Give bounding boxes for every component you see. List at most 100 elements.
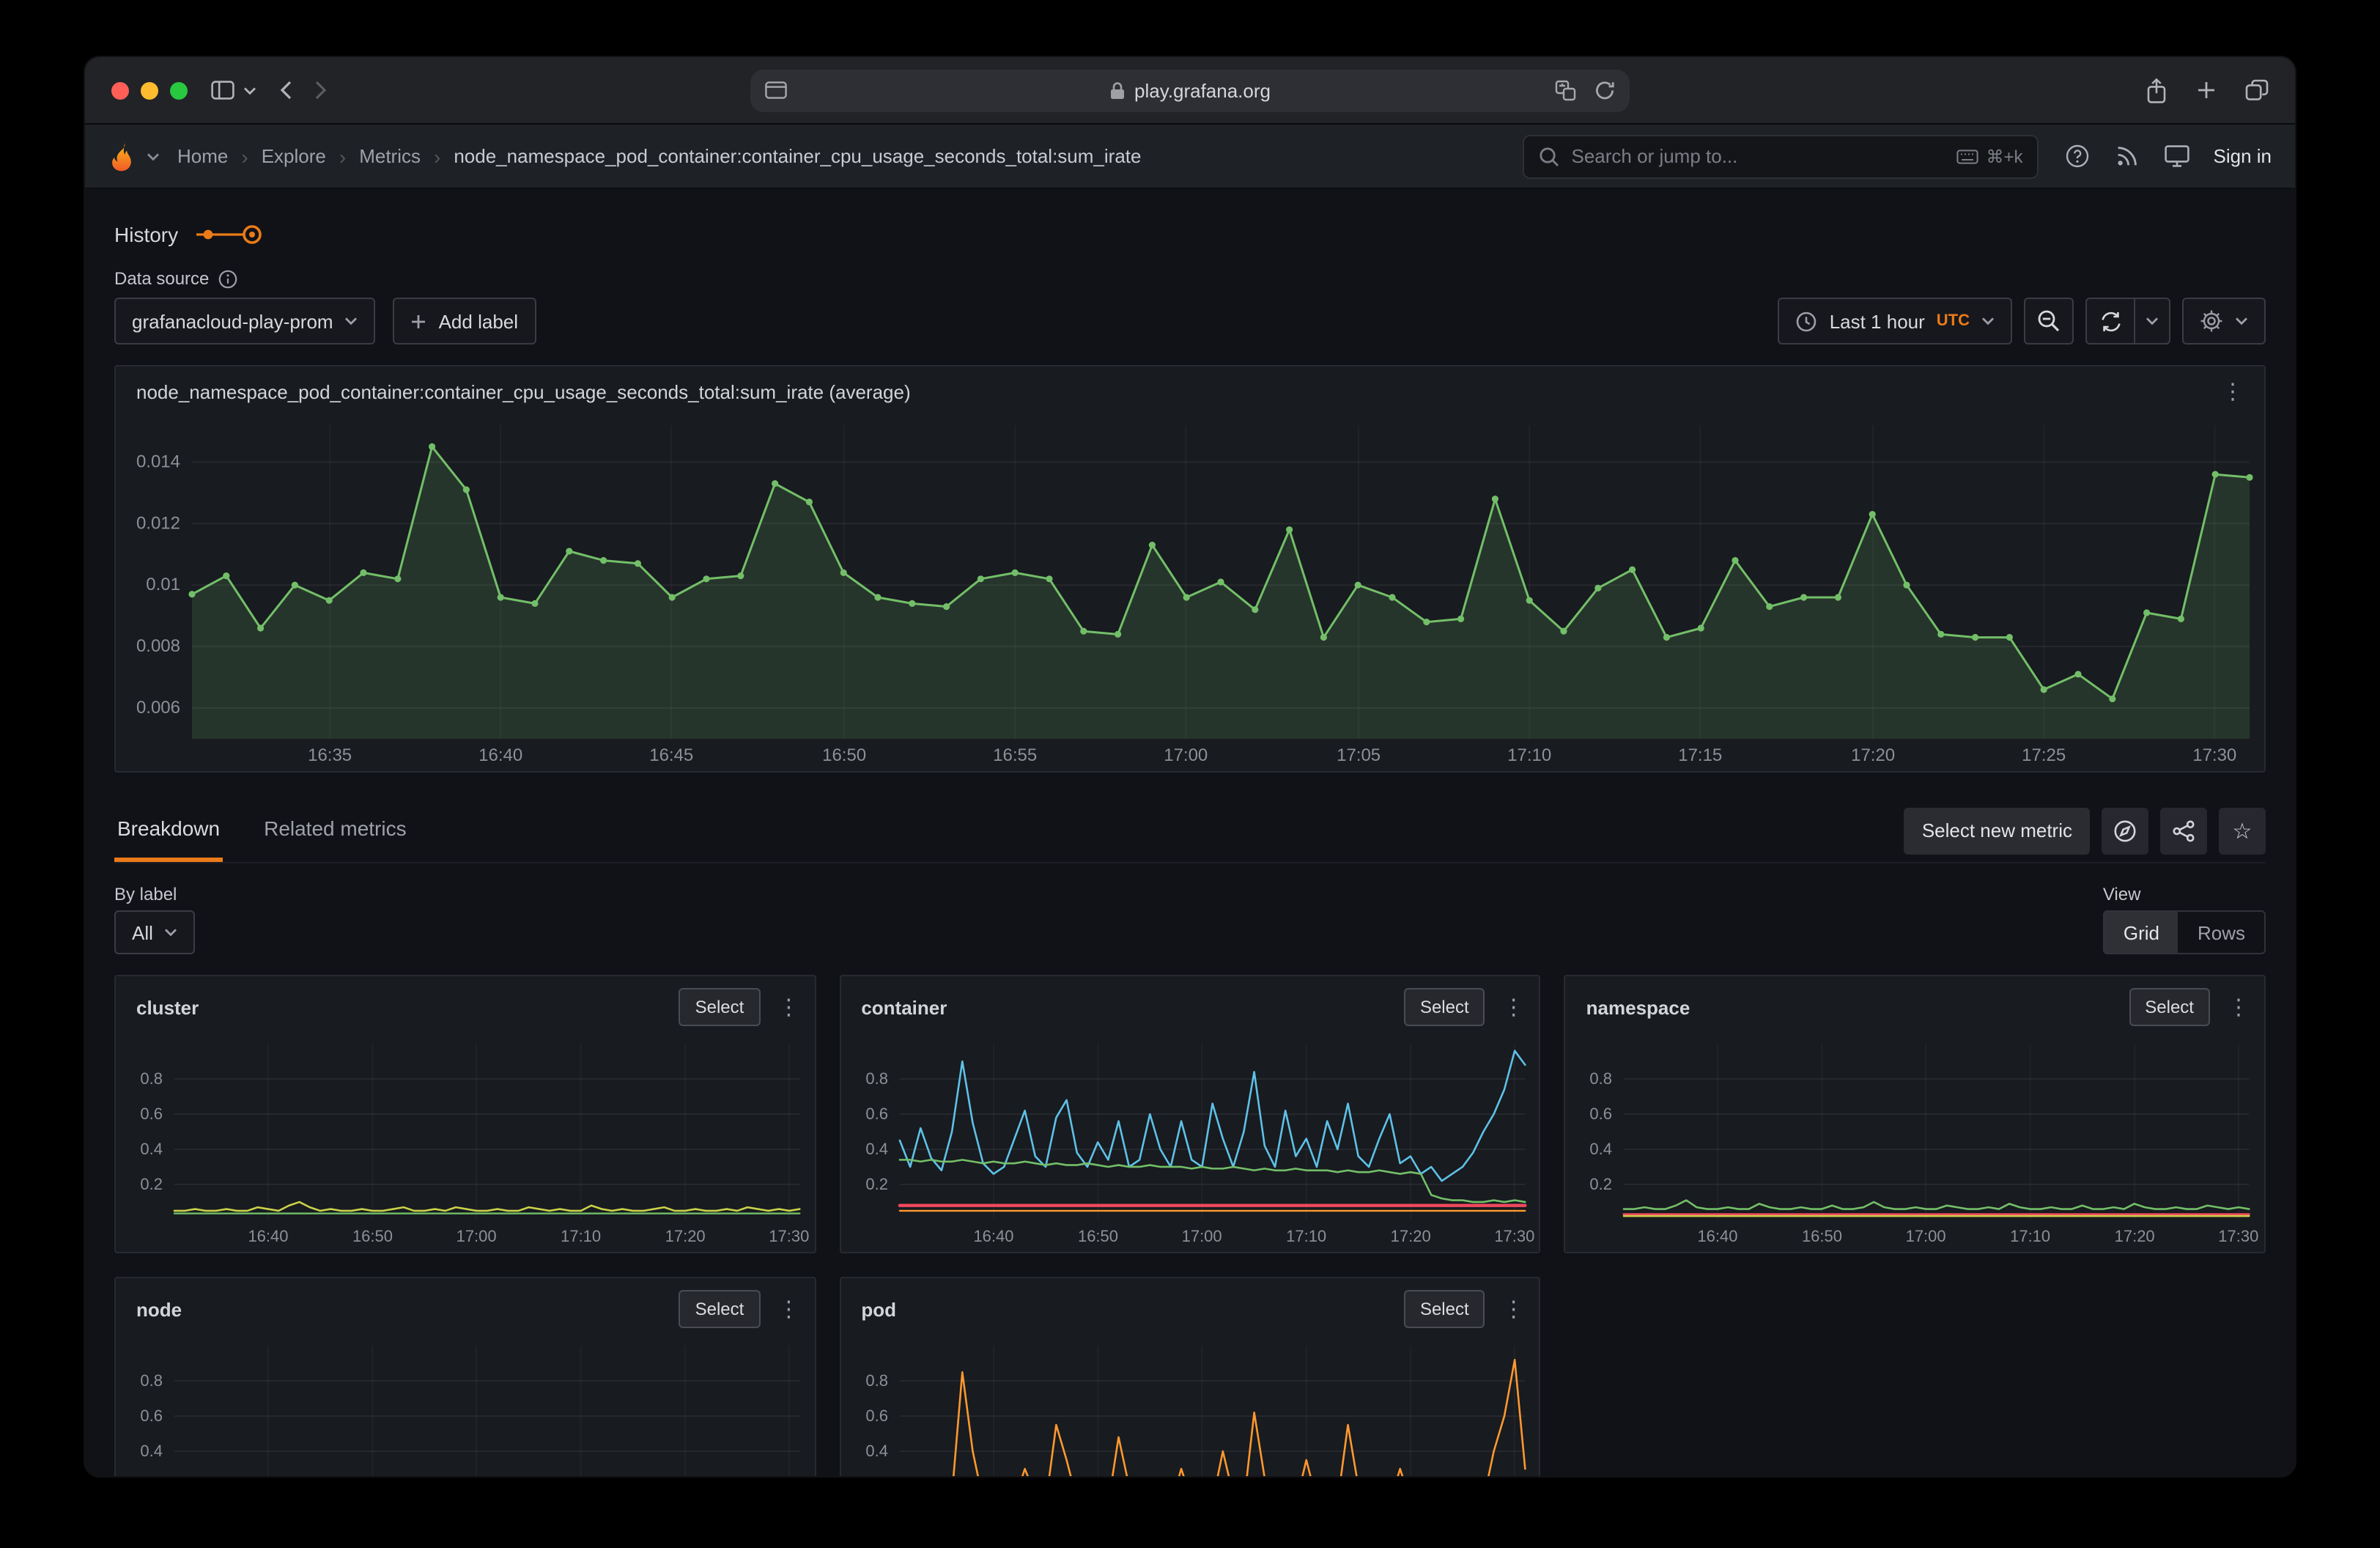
svg-text:0.006: 0.006: [136, 698, 180, 718]
svg-text:0.014: 0.014: [136, 452, 180, 471]
info-icon[interactable]: [218, 269, 237, 288]
share-metric-button[interactable]: [2160, 807, 2207, 854]
breadcrumb-home[interactable]: Home: [177, 145, 228, 167]
browser-actions: [2146, 77, 2269, 103]
select-label-button[interactable]: Select: [679, 988, 761, 1026]
datasource-label: Data source: [114, 268, 209, 289]
url-text: play.grafana.org: [1134, 79, 1271, 101]
history-steps[interactable]: [193, 223, 269, 246]
svg-text:16:40: 16:40: [248, 1227, 288, 1245]
svg-text:17:05: 17:05: [1337, 745, 1381, 765]
address-bar[interactable]: play.grafana.org: [750, 69, 1630, 111]
select-new-metric-button[interactable]: Select new metric: [1904, 807, 2090, 854]
timeseries-chart-main[interactable]: 0.0060.0080.010.0120.01416:3516:4016:451…: [116, 410, 2264, 771]
timeseries-chart-pod[interactable]: 0.20.40.60.816:4016:5017:0017:1017:2017:…: [840, 1331, 1539, 1476]
by-label-select[interactable]: All: [114, 910, 196, 954]
lock-icon: [1109, 81, 1126, 100]
svg-text:0.4: 0.4: [865, 1442, 888, 1460]
select-label-button[interactable]: Select: [1404, 1290, 1485, 1328]
svg-text:17:20: 17:20: [2115, 1227, 2155, 1245]
grafana-logo[interactable]: [108, 140, 139, 172]
tv-mode-icon[interactable]: [2165, 145, 2190, 167]
svg-text:17:20: 17:20: [1851, 745, 1895, 765]
tab-related-metrics[interactable]: Related metrics: [261, 799, 410, 862]
sign-in-link[interactable]: Sign in: [2214, 145, 2272, 167]
chevron-down-icon: [2235, 317, 2248, 325]
chevron-down-icon: [1981, 317, 1995, 325]
explore-metrics-page: History Data source grafanacloud-play-pr…: [85, 189, 2295, 1476]
label-panel-pod: pod Select 0.20.40.60.816:4016:5017:0017…: [839, 1277, 1540, 1476]
new-tab-icon[interactable]: [2197, 81, 2216, 100]
org-switcher-chevron-icon[interactable]: [147, 152, 160, 161]
sidebar-toggle-icon[interactable]: [211, 81, 234, 100]
tab-breakdown[interactable]: Breakdown: [114, 799, 223, 862]
panel-menu-icon[interactable]: [1500, 994, 1528, 1020]
sidebar-chevron-icon[interactable]: [243, 86, 256, 95]
panel-menu-icon[interactable]: [2219, 378, 2247, 405]
reload-icon[interactable]: [1594, 80, 1615, 100]
history-label: History: [114, 223, 178, 246]
back-button[interactable]: [280, 81, 292, 100]
svg-text:0.2: 0.2: [1590, 1175, 1613, 1193]
timeseries-chart-container[interactable]: 0.20.40.60.816:4016:5017:0017:1017:2017:…: [840, 1029, 1539, 1252]
svg-text:16:55: 16:55: [993, 745, 1037, 765]
settings-button[interactable]: [2182, 298, 2266, 344]
forward-button[interactable]: [315, 81, 327, 100]
favorite-star-button[interactable]: [2219, 807, 2266, 854]
timeseries-chart-node[interactable]: 0.20.40.60.816:4016:5017:0017:1017:2017:…: [116, 1331, 814, 1476]
panel-menu-icon[interactable]: [2225, 994, 2252, 1020]
select-label-button[interactable]: Select: [1404, 988, 1485, 1026]
svg-text:0.6: 0.6: [140, 1105, 163, 1123]
svg-text:0.4: 0.4: [140, 1140, 163, 1158]
zoom-out-button[interactable]: [2024, 298, 2074, 344]
tabs-bar: Breakdown Related metrics Select new met…: [114, 799, 2266, 863]
breadcrumb-separator-icon: [434, 144, 440, 168]
svg-text:16:50: 16:50: [1077, 1227, 1117, 1245]
search-input[interactable]: Search or jump to... ⌘+k: [1523, 134, 2039, 178]
label-panel-container: container Select 0.20.40.60.816:4016:501…: [839, 975, 1540, 1253]
breadcrumb-metric-name: node_namespace_pod_container:container_c…: [454, 145, 1141, 167]
explore-compass-button[interactable]: [2102, 807, 2148, 854]
zoom-window-button[interactable]: [170, 81, 188, 99]
datasource-picker[interactable]: grafanacloud-play-prom: [114, 298, 376, 344]
page-settings-icon[interactable]: [765, 81, 787, 99]
view-grid-option[interactable]: Grid: [2104, 912, 2178, 953]
share-icon[interactable]: [2146, 77, 2168, 103]
breadcrumb-explore[interactable]: Explore: [262, 145, 326, 167]
svg-text:17:00: 17:00: [457, 1227, 497, 1245]
panel-title: namespace: [1586, 996, 1690, 1018]
select-label-button[interactable]: Select: [679, 1290, 761, 1328]
svg-text:17:30: 17:30: [2192, 745, 2236, 765]
svg-text:0.8: 0.8: [140, 1069, 163, 1088]
timeseries-chart-namespace[interactable]: 0.20.40.60.816:4016:5017:0017:1017:2017:…: [1566, 1029, 2264, 1252]
breakdown-grid: cluster Select 0.20.40.60.816:4016:5017:…: [114, 975, 2266, 1476]
panel-menu-icon[interactable]: [1500, 1296, 1528, 1322]
panel-menu-icon[interactable]: [775, 1296, 802, 1322]
search-placeholder: Search or jump to...: [1572, 145, 1738, 167]
time-range-picker[interactable]: Last 1 hour UTC: [1778, 298, 2012, 344]
navbar-actions: [2066, 144, 2190, 169]
add-label-button[interactable]: Add label: [393, 298, 536, 344]
view-rows-option[interactable]: Rows: [2178, 912, 2264, 953]
breadcrumb-metrics[interactable]: Metrics: [359, 145, 421, 167]
timeseries-chart-cluster[interactable]: 0.20.40.60.816:4016:5017:0017:1017:2017:…: [116, 1029, 814, 1252]
refresh-button[interactable]: [2085, 298, 2135, 344]
close-window-button[interactable]: [111, 81, 129, 99]
help-icon[interactable]: [2066, 144, 2091, 169]
translate-icon[interactable]: [1555, 79, 1577, 101]
svg-text:0.8: 0.8: [865, 1069, 888, 1088]
panel-title: pod: [861, 1298, 896, 1320]
tab-overview-icon[interactable]: [2245, 79, 2269, 101]
by-label-label: By label: [114, 884, 177, 904]
svg-text:17:25: 17:25: [2022, 745, 2066, 765]
label-panel-cluster: cluster Select 0.20.40.60.816:4016:5017:…: [114, 975, 816, 1253]
chevron-down-icon: [2146, 317, 2159, 325]
panel-menu-icon[interactable]: [775, 994, 802, 1020]
refresh-interval-chevron[interactable]: [2135, 298, 2170, 344]
svg-text:16:40: 16:40: [1698, 1227, 1738, 1245]
minimize-window-button[interactable]: [141, 81, 158, 99]
select-label-button[interactable]: Select: [2129, 988, 2210, 1026]
svg-text:16:50: 16:50: [822, 745, 866, 765]
news-rss-icon[interactable]: [2117, 145, 2139, 167]
desktop: play.grafana.org: [0, 0, 2380, 1548]
